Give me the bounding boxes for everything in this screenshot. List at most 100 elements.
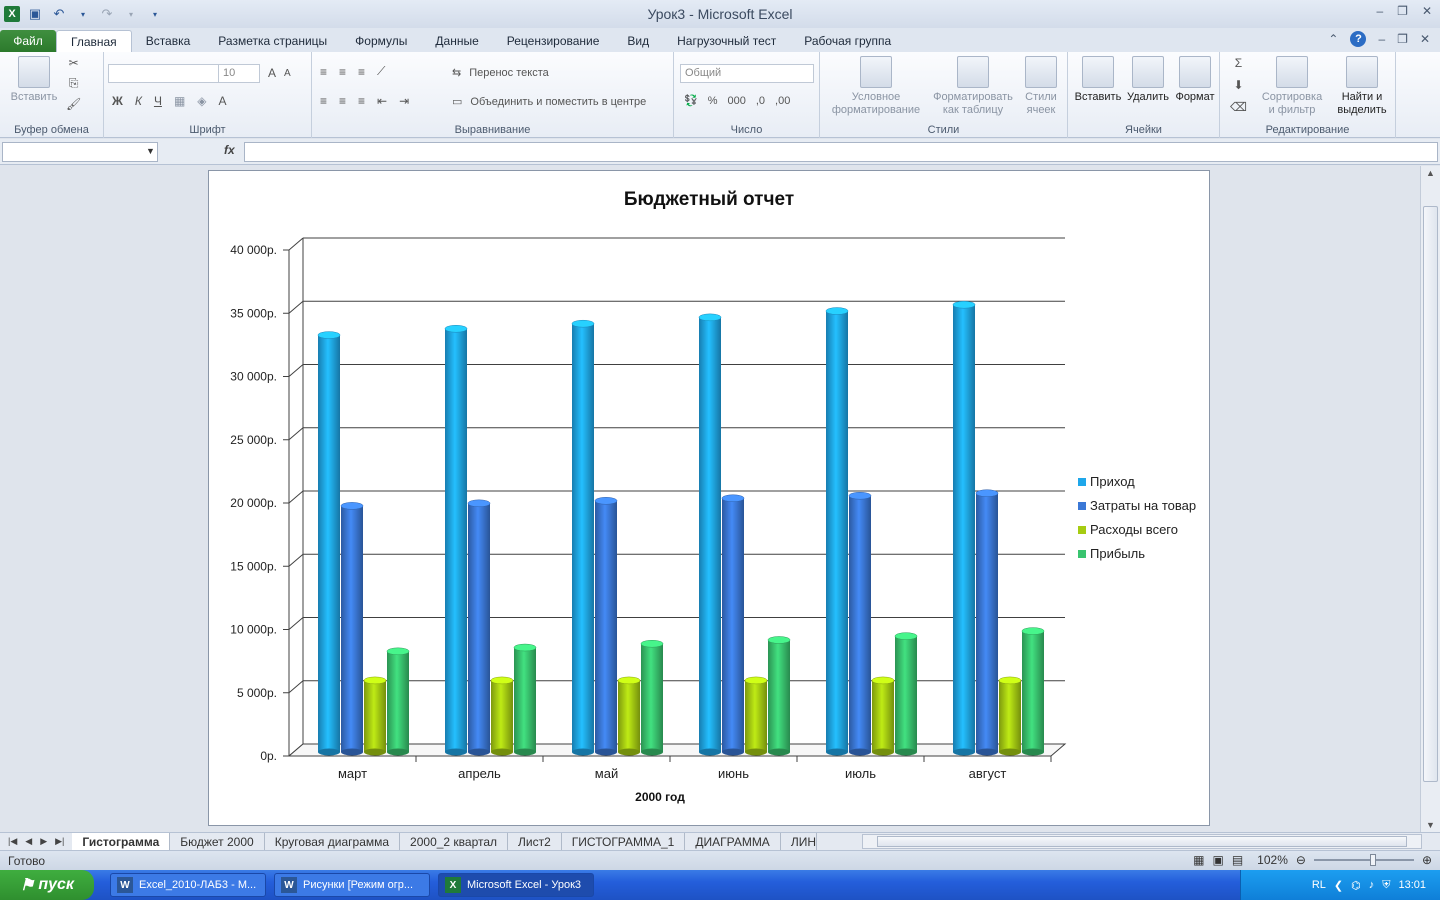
name-box-dropdown-icon[interactable]: ▼	[146, 146, 155, 156]
customize-qat-icon[interactable]: ▾	[146, 5, 164, 23]
zoom-in-icon[interactable]: ⊕	[1422, 853, 1432, 867]
sheet-tab-pie[interactable]: Круговая диаграмма	[265, 833, 401, 850]
horizontal-scrollbar[interactable]	[862, 834, 1422, 849]
wrap-text-button[interactable]: ⇆ Перенос текста	[452, 66, 549, 80]
volume-icon[interactable]: ♪	[1369, 879, 1375, 891]
align-top-icon[interactable]: ≡	[320, 65, 327, 79]
font-color-button[interactable]: A	[219, 94, 227, 108]
doc-minimize-button[interactable]: –	[1378, 32, 1385, 46]
prev-sheet-icon[interactable]: ◀	[25, 836, 32, 847]
start-button[interactable]: ⚑ пуск	[0, 870, 94, 900]
align-left-icon[interactable]: ≡	[320, 94, 327, 108]
increase-indent-icon[interactable]: ⇥	[399, 94, 409, 108]
tab-team[interactable]: Рабочая группа	[790, 30, 905, 52]
align-middle-icon[interactable]: ≡	[339, 65, 346, 79]
delete-cells-button[interactable]: Удалить	[1124, 56, 1172, 104]
undo-dropdown-icon[interactable]: ▾	[74, 5, 92, 23]
sheet-tab-sheet2[interactable]: Лист2	[508, 833, 562, 850]
tab-formulas[interactable]: Формулы	[341, 30, 421, 52]
align-bottom-icon[interactable]: ≡	[358, 65, 365, 79]
cell-styles-button[interactable]: Стили ячеек	[1018, 56, 1064, 117]
horizontal-scroll-thumb[interactable]	[877, 836, 1407, 847]
vertical-scrollbar[interactable]: ▲ ▼	[1420, 166, 1440, 832]
sort-filter-button[interactable]: Сортировка и фильтр	[1254, 56, 1330, 117]
number-format-combo[interactable]: Общий	[680, 64, 814, 83]
thousands-button[interactable]: 000	[727, 95, 745, 107]
sheet-tab-q2[interactable]: 2000_2 квартал	[400, 833, 509, 850]
scroll-down-icon[interactable]: ▼	[1426, 820, 1435, 830]
save-icon[interactable]: ▣	[26, 5, 44, 23]
first-sheet-icon[interactable]: |◀	[8, 836, 17, 847]
vertical-scroll-thumb[interactable]	[1423, 206, 1438, 782]
normal-view-icon[interactable]: ▦	[1193, 853, 1204, 867]
clear-icon[interactable]: ⌫	[1230, 100, 1247, 114]
page-break-view-icon[interactable]: ▤	[1232, 853, 1243, 867]
taskbar-item-excel[interactable]: X Microsoft Excel - Урок3	[438, 873, 594, 897]
sheet-tab-diagram[interactable]: ДИАГРАММА	[685, 833, 781, 850]
tray-expand-icon[interactable]: ❮	[1334, 879, 1343, 892]
cut-icon[interactable]: ✂	[69, 56, 79, 70]
find-select-button[interactable]: Найти и выделить	[1330, 56, 1394, 117]
network-icon[interactable]: ⌬	[1351, 879, 1361, 892]
name-box[interactable]	[2, 142, 158, 162]
taskbar-item-word-pictures[interactable]: W Рисунки [Режим огр...	[274, 873, 430, 897]
undo-icon[interactable]: ↶	[50, 5, 68, 23]
format-as-table-button[interactable]: Форматировать как таблицу	[928, 56, 1018, 117]
fill-color-icon[interactable]: ◈	[197, 94, 206, 108]
sheet-tab-histogram1[interactable]: ГИСТОГРАММА_1	[562, 833, 686, 850]
underline-button[interactable]: Ч	[154, 94, 162, 108]
sheet-tab-lin[interactable]: ЛИН	[781, 833, 817, 850]
insert-function-button[interactable]: fx	[224, 143, 235, 157]
align-center-icon[interactable]: ≡	[339, 94, 346, 108]
zoom-slider-thumb[interactable]	[1369, 854, 1376, 866]
tab-page-layout[interactable]: Разметка страницы	[204, 30, 341, 52]
tab-review[interactable]: Рецензирование	[493, 30, 614, 52]
conditional-format-button[interactable]: Условное форматирование	[824, 56, 928, 117]
tab-view[interactable]: Вид	[613, 30, 663, 52]
paste-button[interactable]: Вставить	[6, 56, 62, 104]
excel-logo-icon[interactable]: X	[4, 6, 20, 22]
page-layout-view-icon[interactable]: ▣	[1212, 853, 1223, 867]
redo-dropdown-icon[interactable]: ▾	[122, 5, 140, 23]
increase-decimal-button[interactable]: ,0	[756, 95, 765, 107]
chart-sheet[interactable]: 0р. 5 000р. 10 000р. 15 000р. 20 000р. 25 000…	[208, 170, 1210, 826]
zoom-out-icon[interactable]: ⊖	[1296, 853, 1306, 867]
doc-close-button[interactable]: ✕	[1420, 32, 1430, 46]
merge-center-button[interactable]: ▭ Объединить и поместить в центре	[452, 95, 646, 109]
help-icon[interactable]: ?	[1350, 31, 1367, 47]
sheet-tab-budget[interactable]: Бюджет 2000	[170, 833, 265, 850]
last-sheet-icon[interactable]: ▶|	[55, 836, 64, 847]
redo-icon[interactable]: ↷	[98, 5, 116, 23]
close-button[interactable]: ✕	[1422, 4, 1432, 18]
scroll-up-icon[interactable]: ▲	[1426, 168, 1435, 178]
grow-font-icon[interactable]: A	[268, 66, 276, 80]
align-right-icon[interactable]: ≡	[358, 94, 365, 108]
tab-home[interactable]: Главная	[56, 30, 132, 52]
italic-button[interactable]: К	[135, 94, 142, 108]
shrink-font-icon[interactable]: A	[284, 68, 291, 79]
font-size-combo[interactable]: 10	[218, 64, 260, 83]
format-cells-button[interactable]: Формат	[1172, 56, 1218, 104]
decrease-decimal-button[interactable]: ,00	[775, 95, 790, 107]
next-sheet-icon[interactable]: ▶	[40, 836, 47, 847]
font-name-combo[interactable]	[108, 64, 220, 83]
fill-icon[interactable]: ⬇	[1233, 78, 1243, 92]
insert-cells-button[interactable]: Вставить	[1072, 56, 1124, 104]
language-indicator[interactable]: RL	[1312, 879, 1326, 891]
format-painter-icon[interactable]: 🖌	[66, 97, 81, 111]
formula-input[interactable]	[244, 142, 1438, 162]
zoom-level[interactable]: 102%	[1257, 853, 1288, 867]
budget-chart[interactable]: 0р. 5 000р. 10 000р. 15 000р. 20 000р. 25 000…	[209, 171, 1209, 825]
percent-button[interactable]: %	[708, 95, 718, 107]
orientation-icon[interactable]: ⟋	[377, 64, 385, 79]
minimize-button[interactable]: –	[1376, 4, 1383, 18]
bold-button[interactable]: Ж	[112, 94, 123, 108]
tab-file[interactable]: Файл	[0, 30, 56, 52]
tab-insert[interactable]: Вставка	[132, 30, 205, 52]
collapse-ribbon-icon[interactable]: ⌃	[1328, 32, 1338, 46]
doc-restore-button[interactable]: ❐	[1397, 32, 1408, 46]
security-icon[interactable]: ⛨	[1382, 879, 1390, 892]
autosum-button[interactable]: Σ	[1235, 56, 1242, 70]
copy-icon[interactable]: ⎘	[69, 76, 79, 91]
borders-icon[interactable]: ▦	[174, 94, 185, 108]
